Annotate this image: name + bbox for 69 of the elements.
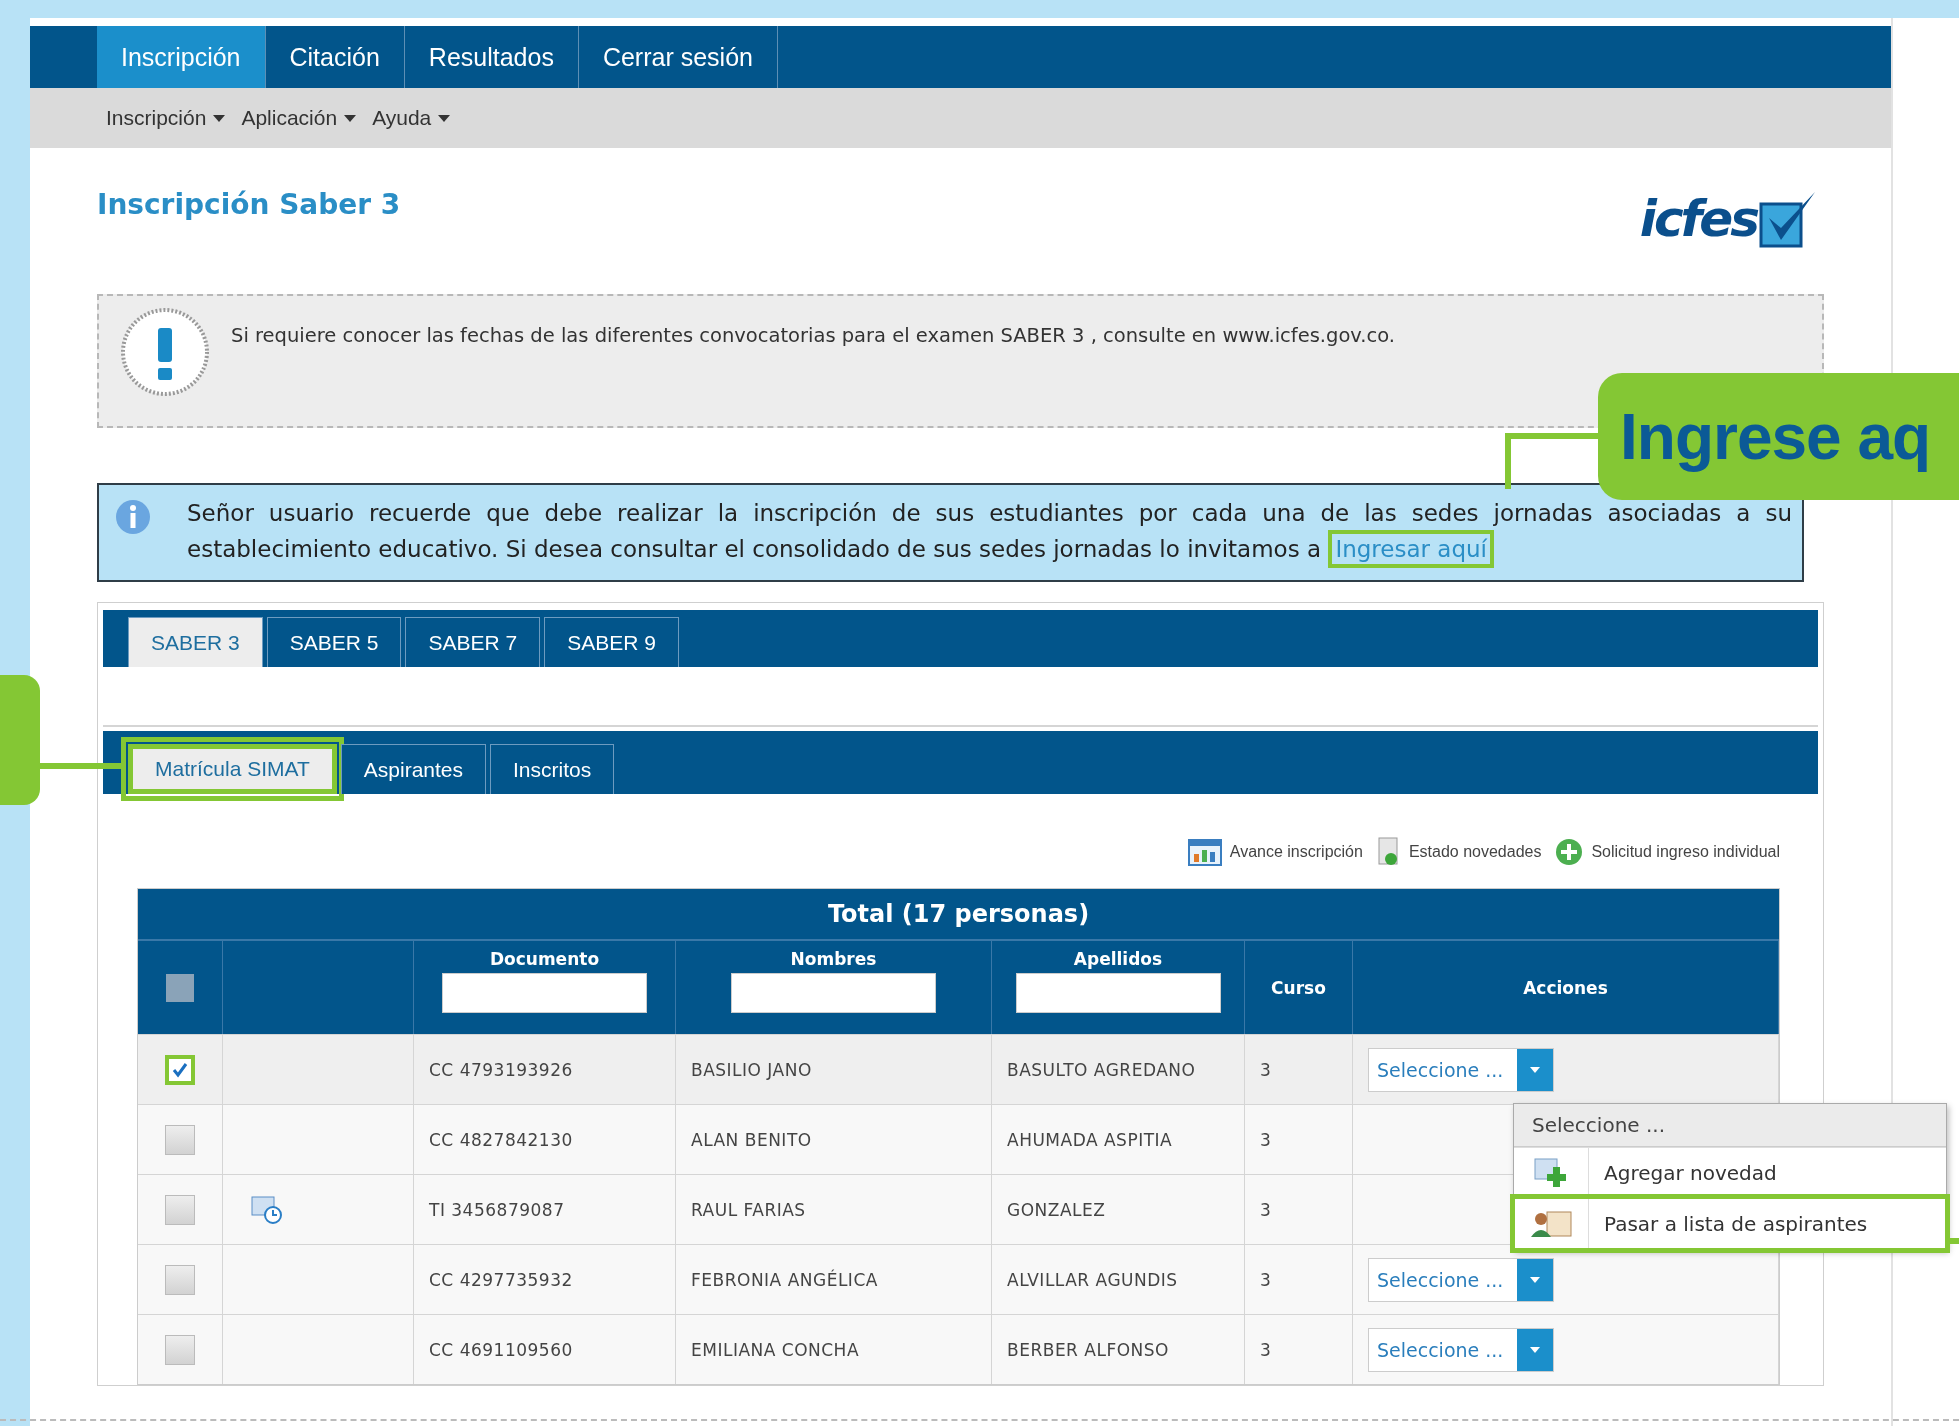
- column-header: Documento: [489, 949, 600, 969]
- exam-tab[interactable]: SABER 3: [128, 617, 263, 667]
- row-checkbox[interactable]: [165, 1264, 195, 1295]
- row-checkbox[interactable]: [165, 1124, 195, 1155]
- table-cell: CC 4793193926: [429, 1059, 573, 1080]
- filter-field[interactable]: [1015, 973, 1221, 1013]
- table-cell: BASILIO JANO: [691, 1059, 812, 1080]
- person-list-icon: [1529, 1209, 1573, 1239]
- table-cell: 3: [1260, 1199, 1272, 1220]
- table-cell: ALAN BENITO: [691, 1129, 812, 1150]
- logo-text: icfes: [1639, 189, 1757, 250]
- filter-field[interactable]: [731, 973, 936, 1013]
- menu-item[interactable]: Aplicación: [237, 102, 361, 134]
- action-select[interactable]: Seleccione ...: [1368, 1327, 1554, 1372]
- nav-tab[interactable]: Inscripción: [97, 26, 266, 88]
- table-cell: CC 4297735932: [429, 1269, 573, 1290]
- select-all-checkbox[interactable]: [166, 973, 194, 1002]
- table-cell: RAUL FARIAS: [691, 1199, 806, 1220]
- sub-tab[interactable]: Aspirantes: [340, 744, 487, 794]
- callout-label: Ingrese aq: [1598, 373, 1959, 500]
- exclamation-icon: [119, 306, 211, 398]
- caret-icon: [344, 114, 357, 122]
- exam-tab[interactable]: SABER 7: [405, 617, 541, 667]
- document-icon: [1376, 837, 1401, 867]
- plus-circle-icon: [1555, 838, 1584, 866]
- sub-tab[interactable]: Inscritos: [490, 744, 615, 794]
- info-text: Señor usuario recuerde que debe realizar la inscripción de sus estudiantes por cada una de las sedes jornadas asociadas a su establecimiento educativo. Si desea consultar el consolidado de sus sedes jornadas lo invitamos a Ingresar aquí: [187, 497, 1792, 568]
- table-cell: 3: [1260, 1129, 1272, 1150]
- column-header: Curso: [1271, 977, 1326, 998]
- exam-tab[interactable]: SABER 9: [544, 617, 679, 667]
- info-icon: [115, 499, 151, 535]
- table-cell: FEBRONIA ANGÉLICA: [691, 1269, 878, 1290]
- menu-item[interactable]: Inscripción: [102, 102, 230, 134]
- table-cell: ALVILLAR AGUNDIS: [1007, 1269, 1178, 1290]
- notice-text: Si requiere conocer las fechas de las diferentes convocatorias para el examen SABER 3 , consulte en www.icfes.gov.co.: [231, 324, 1396, 347]
- table-cell: CC 4827842130: [429, 1129, 573, 1150]
- add-document-icon: [1533, 1157, 1569, 1189]
- dropdown-header: Seleccione ...: [1514, 1104, 1946, 1147]
- filter-field[interactable]: [442, 973, 647, 1013]
- table-cell: 3: [1260, 1059, 1272, 1080]
- table-cell: 3: [1260, 1269, 1272, 1290]
- chart-window-icon: [1187, 837, 1222, 867]
- table-cell: EMILIANA CONCHA: [691, 1339, 860, 1360]
- dropdown-option[interactable]: Pasar a lista de aspirantes: [1514, 1198, 1946, 1249]
- table-cell: BASULTO AGREDANO: [1007, 1059, 1196, 1080]
- exam-tab[interactable]: SABER 5: [266, 617, 402, 667]
- table-cell: BERBER ALFONSO: [1007, 1339, 1169, 1360]
- toolbar-link[interactable]: Estado novedades: [1376, 834, 1542, 870]
- column-header: Acciones: [1523, 977, 1608, 998]
- row-checkbox[interactable]: [165, 1194, 195, 1225]
- toolbar-link[interactable]: Solicitud ingreso individual: [1555, 834, 1780, 870]
- table-cell: AHUMADA ASPITIA: [1007, 1129, 1173, 1150]
- column-header: Apellidos: [1073, 949, 1163, 969]
- table-cell: GONZALEZ: [1007, 1199, 1106, 1220]
- action-select[interactable]: Seleccione ...: [1368, 1047, 1554, 1092]
- caret-icon: [438, 114, 451, 122]
- row-checkbox[interactable]: [165, 1054, 195, 1085]
- table-title: Total (17 personas): [138, 889, 1779, 941]
- column-header: Nombres: [790, 949, 877, 969]
- row-checkbox[interactable]: [165, 1334, 195, 1365]
- page-title: Inscripción Saber 3: [97, 188, 401, 223]
- table-cell: TI 3456879087: [429, 1199, 565, 1220]
- toolbar-link[interactable]: Avance inscripción: [1187, 834, 1363, 870]
- caret-icon: [213, 114, 226, 122]
- table-cell: 3: [1260, 1339, 1272, 1360]
- menu-item[interactable]: Ayuda: [368, 102, 455, 134]
- dropdown-option[interactable]: Agregar novedad: [1514, 1147, 1946, 1198]
- action-select[interactable]: Seleccione ...: [1368, 1257, 1554, 1302]
- table-cell: CC 4691109560: [429, 1339, 573, 1360]
